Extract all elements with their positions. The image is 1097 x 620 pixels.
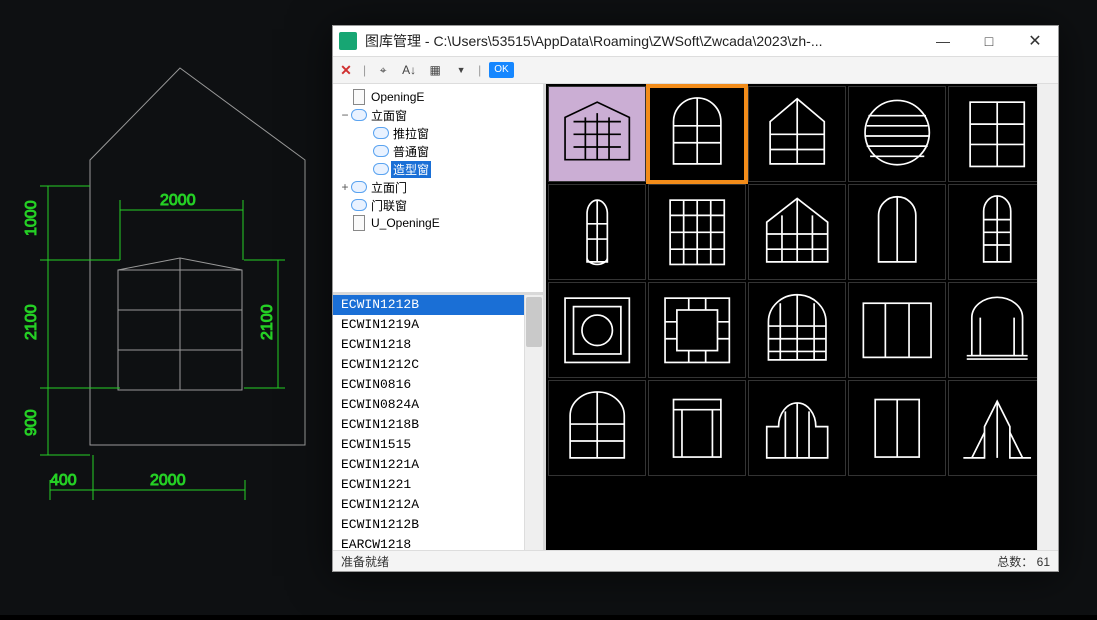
list-item[interactable]: ECWIN1219A [333,315,543,335]
list-item[interactable]: ECWIN1218B [333,415,543,435]
list-item[interactable]: ECWIN1212B [333,295,543,315]
close-button[interactable]: ✕ [1012,26,1058,56]
tree-item-label: OpeningE [369,90,426,104]
cloud-icon [351,180,367,194]
cloud-icon [373,144,389,158]
minimize-button[interactable]: — [920,26,966,56]
tree-item[interactable]: 推拉窗 [335,124,541,142]
toolbar-separator: | [478,63,481,77]
tree-toggle[interactable]: − [339,108,351,122]
document-icon [351,216,367,230]
thumbnail-square-frame[interactable] [648,282,746,378]
dim-right-1: 2100 [259,304,276,340]
tree-item[interactable]: 造型窗 [335,160,541,178]
tree-item[interactable]: U_OpeningE [335,214,541,232]
list-item[interactable]: ECWIN1221 [333,475,543,495]
tree-item-label: U_OpeningE [369,216,442,230]
tree-toggle[interactable]: + [339,180,351,194]
tree-item[interactable]: − 立面窗 [335,106,541,124]
status-bar: 准备就绪 总数： 61 [333,550,1058,571]
scrollbar-rail[interactable] [524,295,543,550]
library-manager-dialog: 图库管理 - C:\Users\53515\AppData\Roaming\ZW… [332,25,1059,572]
thumbnail-gable-house[interactable] [948,380,1037,476]
block-name-list[interactable]: ECWIN1212BECWIN1219AECWIN1218ECWIN1212CE… [333,295,543,550]
list-item[interactable]: ECWIN0824A [333,395,543,415]
dim-bottom-1: 400 [50,472,77,489]
toolbar-sort-icon[interactable]: A↓ [400,61,418,79]
thumbnail-triple-pane[interactable] [848,282,946,378]
thumbnail-grid[interactable] [546,84,1037,550]
status-count: 总数： 61 [997,553,1050,570]
thumbnail-arch-double[interactable] [548,380,646,476]
status-ready: 准备就绪 [341,553,389,570]
tree-item[interactable]: 普通窗 [335,142,541,160]
dim-bottom-2: 2000 [150,472,186,489]
scrollbar-thumb[interactable] [526,297,542,347]
toolbar-filter-icon[interactable]: ⌖ [374,61,392,79]
thumbnail-arch-grid[interactable] [748,282,846,378]
thumbnail-gable-grid[interactable] [748,184,846,280]
thumbnail-arch-plain[interactable] [848,184,946,280]
tree-item-label: 造型窗 [391,161,431,178]
titlebar[interactable]: 图库管理 - C:\Users\53515\AppData\Roaming\ZW… [333,26,1058,56]
list-item[interactable]: ECWIN1218 [333,335,543,355]
toolbar-ok-button[interactable]: OK [489,62,513,78]
thumbnail-arch-window[interactable] [648,86,746,182]
tree-item-label: 门联窗 [369,197,409,214]
tree-item-label: 普通窗 [391,143,431,160]
cloud-icon [373,162,389,176]
category-tree[interactable]: OpeningE − 立面窗推拉窗普通窗造型窗 + 立面门门联窗 U_OpeningE [333,84,543,295]
thumbnail-grid-window[interactable] [948,86,1037,182]
document-icon [351,90,367,104]
thumb-scrollbar[interactable] [1037,84,1058,550]
thumbnail-arch-tall[interactable] [948,184,1037,280]
tree-item[interactable]: + 立面门 [335,178,541,196]
toolbar-cancel-icon[interactable]: ✕ [337,61,355,79]
dim-left-2: 2100 [23,304,40,340]
thumbnail-pill-window[interactable] [548,184,646,280]
cloud-icon [373,126,389,140]
dim-left-1: 1000 [23,200,40,236]
list-item[interactable]: ECWIN1212C [333,355,543,375]
list-item[interactable]: ECWIN1212B [333,515,543,535]
cloud-icon [351,198,367,212]
thumbnail-small-grid[interactable] [648,380,746,476]
list-item[interactable]: ECWIN0816 [333,375,543,395]
list-item[interactable]: ECWIN1212A [333,495,543,515]
window-title: 图库管理 - C:\Users\53515\AppData\Roaming\ZW… [365,31,920,51]
thumbnail-peak-window[interactable] [748,86,846,182]
toolbar-grid-icon[interactable]: ▦ [426,61,444,79]
tree-item[interactable]: 门联窗 [335,196,541,214]
toolbar-dropdown-icon[interactable]: ▼ [452,61,470,79]
thumbnail-plain-pane[interactable] [848,380,946,476]
tree-item[interactable]: OpeningE [335,88,541,106]
thumbnail-fancy-window[interactable] [948,282,1037,378]
maximize-button[interactable]: □ [966,26,1012,56]
tree-item-label: 立面窗 [369,107,409,124]
list-item[interactable]: EARCW1218 [333,535,543,550]
thumbnail-circle-blinds[interactable] [848,86,946,182]
tree-item-label: 立面门 [369,179,409,196]
dim-top: 2000 [160,192,196,209]
tree-item-label: 推拉窗 [391,125,431,142]
toolbar-separator: | [363,63,366,77]
dim-left-3: 900 [23,409,40,436]
toolbar: ✕ | ⌖ A↓ ▦ ▼ | OK [333,56,1058,84]
thumbnail-house-grid[interactable] [548,86,646,182]
thumbnail-grid-dense[interactable] [648,184,746,280]
list-item[interactable]: ECWIN1221A [333,455,543,475]
cloud-icon [351,108,367,122]
app-icon [339,32,357,50]
thumbnail-square-ring[interactable] [548,282,646,378]
thumbnail-arch-triple[interactable] [748,380,846,476]
list-item[interactable]: ECWIN1515 [333,435,543,455]
